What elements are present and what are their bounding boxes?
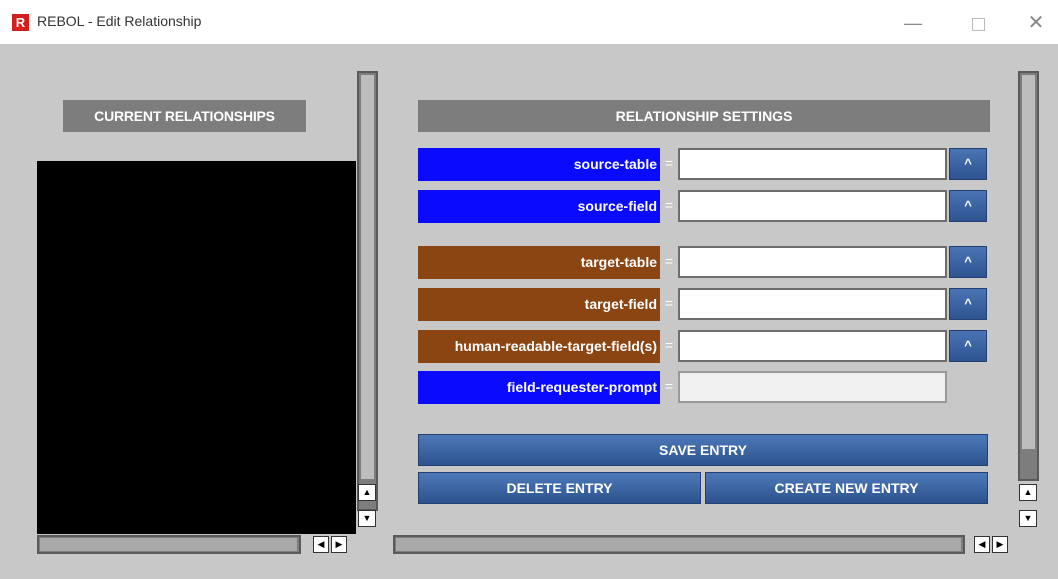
target-field-select-button[interactable]: ^ (949, 288, 987, 320)
maximize-icon (971, 17, 985, 31)
right-scroll-up-button[interactable]: ▲ (1019, 484, 1037, 501)
left-scroll-left-button[interactable]: ◀ (313, 536, 329, 553)
human-readable-target-fields-input[interactable] (678, 330, 947, 362)
left-horizontal-scrollbar[interactable] (37, 535, 301, 554)
left-horizontal-scroll-thumb[interactable] (40, 538, 297, 551)
target-field-input[interactable] (678, 288, 947, 320)
maximize-button[interactable] (955, 8, 1001, 38)
title-bar: R REBOL - Edit Relationship — ✕ (0, 0, 1058, 44)
source-table-input[interactable] (678, 148, 947, 180)
target-field-label: target-field (418, 288, 660, 321)
source-table-select-button[interactable]: ^ (949, 148, 987, 180)
equals-sign: = (664, 295, 674, 311)
target-table-select-button[interactable]: ^ (949, 246, 987, 278)
minimize-button[interactable]: — (890, 8, 936, 38)
source-field-input[interactable] (678, 190, 947, 222)
relationship-settings-header: RELATIONSHIP SETTINGS (418, 100, 990, 132)
left-scroll-up-button[interactable]: ▲ (358, 484, 376, 501)
right-scroll-left-button[interactable]: ◀ (974, 536, 990, 553)
equals-sign: = (664, 378, 674, 394)
source-field-select-button[interactable]: ^ (949, 190, 987, 222)
create-new-entry-button[interactable]: CREATE NEW ENTRY (705, 472, 988, 504)
right-vertical-scroll-thumb[interactable] (1022, 75, 1035, 449)
equals-sign: = (664, 197, 674, 213)
equals-sign: = (664, 155, 674, 171)
right-vertical-scrollbar[interactable] (1018, 71, 1039, 481)
source-table-label: source-table (418, 148, 660, 181)
right-scroll-right-button[interactable]: ▶ (992, 536, 1008, 553)
left-scroll-right-button[interactable]: ▶ (331, 536, 347, 553)
equals-sign: = (664, 253, 674, 269)
save-entry-button[interactable]: SAVE ENTRY (418, 434, 988, 466)
source-field-label: source-field (418, 190, 660, 223)
right-scroll-down-button[interactable]: ▼ (1019, 510, 1037, 527)
field-requester-prompt-input[interactable] (678, 371, 947, 403)
left-vertical-scroll-thumb[interactable] (361, 75, 374, 479)
right-horizontal-scrollbar[interactable] (393, 535, 965, 554)
current-relationships-header: CURRENT RELATIONSHIPS (63, 100, 306, 132)
field-requester-prompt-label: field-requester-prompt (418, 371, 660, 404)
human-readable-target-fields-label: human-readable-target-field(s) (418, 330, 660, 363)
delete-entry-button[interactable]: DELETE ENTRY (418, 472, 701, 504)
window-title: REBOL - Edit Relationship (37, 13, 202, 29)
close-button[interactable]: ✕ (1013, 8, 1058, 38)
right-horizontal-scroll-thumb[interactable] (396, 538, 961, 551)
target-table-label: target-table (418, 246, 660, 279)
target-table-input[interactable] (678, 246, 947, 278)
human-readable-target-fields-select-button[interactable]: ^ (949, 330, 987, 362)
relationships-list[interactable] (37, 161, 356, 534)
left-scroll-down-button[interactable]: ▼ (358, 510, 376, 527)
rebol-app-icon: R (12, 14, 29, 31)
equals-sign: = (664, 337, 674, 353)
left-vertical-scrollbar[interactable] (357, 71, 378, 511)
